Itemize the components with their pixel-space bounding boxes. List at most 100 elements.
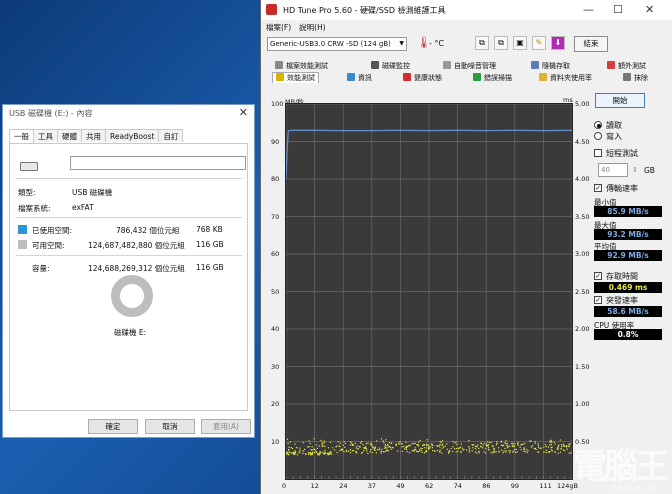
- access-time-point: [559, 439, 561, 441]
- tab-erase[interactable]: 抹除: [623, 73, 648, 84]
- maximize-icon[interactable]: ☐: [613, 3, 623, 16]
- free-space-label: 可用空間:: [32, 241, 65, 250]
- cancel-button[interactable]: 取消: [145, 419, 195, 434]
- access-time-point: [416, 450, 418, 453]
- tab-health[interactable]: 健康狀態: [403, 73, 442, 84]
- access-time-point: [339, 449, 341, 452]
- access-time-point: [386, 449, 388, 452]
- spin-arrows-icon[interactable]: ⇕: [632, 166, 638, 174]
- save-icon[interactable]: ⬇: [551, 36, 565, 50]
- used-space-bytes: 786,432 個位元組: [116, 226, 180, 235]
- drive-select[interactable]: Generic-USB3.0 CRW -SD (124 gB) ▼: [267, 37, 407, 51]
- access-time-point: [330, 451, 332, 453]
- burst-rate-checkbox[interactable]: ✓: [594, 296, 602, 304]
- access-time-point: [508, 450, 510, 452]
- access-time-point: [291, 447, 294, 450]
- tab-hardware[interactable]: 硬體: [57, 129, 82, 142]
- access-time-point: [550, 443, 552, 446]
- tab-error-scan[interactable]: 錯誤掃描: [473, 73, 512, 84]
- access-time-point: [386, 444, 389, 446]
- access-time-point: [432, 449, 434, 452]
- access-time-point: [505, 440, 507, 442]
- tab-file-benchmark[interactable]: 檔案效能測試: [275, 61, 328, 72]
- apply-button[interactable]: 套用(A): [201, 419, 251, 434]
- access-time-point: [323, 440, 325, 442]
- access-time-point: [469, 447, 471, 449]
- access-time-point: [568, 452, 570, 454]
- access-time-point: [287, 442, 289, 445]
- access-time-point: [341, 448, 343, 451]
- access-time-checkbox[interactable]: ✓: [594, 272, 602, 280]
- access-time-point: [514, 443, 516, 445]
- minimize-icon[interactable]: —: [583, 3, 594, 16]
- access-time-point: [307, 446, 309, 448]
- access-time-point: [517, 442, 519, 444]
- short-test-checkbox[interactable]: [594, 149, 602, 157]
- ok-button[interactable]: 確定: [88, 419, 138, 434]
- copy-icon[interactable]: ⧉: [475, 36, 489, 50]
- access-time-point: [314, 450, 317, 452]
- access-time-point: [459, 446, 462, 448]
- tab-extra-tests[interactable]: 額外測試: [607, 61, 646, 72]
- tab-tools[interactable]: 工具: [33, 129, 58, 142]
- tab-info[interactable]: 資訊: [347, 73, 372, 84]
- transfer-rate-checkbox[interactable]: ✓: [594, 184, 602, 192]
- access-time-point: [413, 443, 415, 445]
- hdtune-titlebar[interactable]: HD Tune Pro 5.60 - 硬碟/SSD 檢測維護工具 — ☐ ✕: [261, 0, 672, 20]
- tab-folder-usage[interactable]: 資料夾使用率: [539, 73, 592, 84]
- divider: [16, 255, 242, 256]
- access-time-point: [295, 447, 297, 449]
- access-time-point: [362, 444, 364, 446]
- close-icon[interactable]: ✕: [239, 106, 248, 119]
- y-tick-left-label: 40: [271, 325, 280, 333]
- access-time-point: [475, 445, 477, 447]
- access-time-point: [551, 450, 553, 452]
- access-time-point: [478, 450, 480, 452]
- menu-file[interactable]: 檔案(F): [266, 23, 291, 32]
- exit-button[interactable]: 結束: [574, 36, 608, 52]
- access-time-point: [383, 450, 385, 453]
- access-time-point: [424, 447, 426, 449]
- tab-random-access[interactable]: 隨機存取: [531, 61, 570, 72]
- tab-aam[interactable]: 自動噪音管理: [443, 61, 496, 72]
- access-time-point: [494, 451, 496, 453]
- close-icon[interactable]: ✕: [645, 3, 654, 16]
- access-time-point: [332, 447, 334, 449]
- tab-benchmark[interactable]: 效能測試: [272, 72, 319, 83]
- read-radio[interactable]: [594, 121, 602, 129]
- start-button[interactable]: 開始: [595, 93, 645, 108]
- access-time-point: [405, 447, 407, 449]
- access-time-point: [326, 452, 329, 454]
- volume-name-input[interactable]: [70, 156, 246, 170]
- write-radio[interactable]: [594, 132, 602, 140]
- options-icon[interactable]: ✎: [532, 36, 546, 50]
- access-time-point: [296, 454, 298, 456]
- access-time-point: [537, 443, 539, 445]
- access-time-point: [333, 449, 336, 451]
- access-time-point: [490, 441, 492, 444]
- access-time-point: [523, 447, 525, 449]
- tab-disk-monitor[interactable]: 磁碟監控: [371, 61, 410, 72]
- tab-general[interactable]: 一般: [9, 129, 34, 143]
- access-time-point: [501, 440, 503, 442]
- access-time-point: [468, 451, 470, 453]
- tab-sharing[interactable]: 共用: [81, 129, 106, 142]
- tab-readyboost[interactable]: ReadyBoost: [105, 129, 160, 142]
- access-time-point: [316, 447, 318, 449]
- access-time-point: [359, 445, 361, 447]
- access-time-point: [380, 450, 383, 453]
- tab-customize[interactable]: 自訂: [158, 129, 184, 142]
- access-time-point: [308, 445, 310, 448]
- access-time-point: [498, 447, 500, 449]
- access-time-point: [417, 451, 419, 453]
- short-test-size-input[interactable]: 40: [598, 163, 628, 177]
- access-time-point: [311, 446, 313, 448]
- access-time-point: [355, 451, 357, 453]
- access-time-point: [466, 449, 468, 451]
- dialog-titlebar[interactable]: USB 磁碟機 (E:) - 內容 ✕: [3, 105, 254, 121]
- divider: [16, 217, 242, 218]
- camera-icon[interactable]: ▣: [513, 36, 527, 50]
- access-time-point: [357, 448, 359, 450]
- menu-help[interactable]: 說明(H): [299, 23, 326, 32]
- copy-all-icon[interactable]: ⧉: [494, 36, 508, 50]
